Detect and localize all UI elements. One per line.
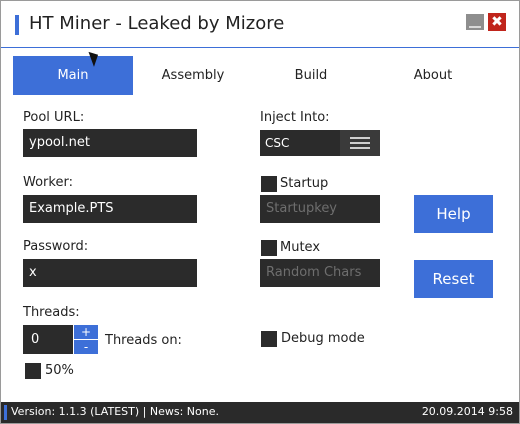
mutex-checkbox[interactable] [261,240,277,256]
worker-input[interactable]: Example.PTS [23,195,197,223]
startup-key-input[interactable]: Startupkey [260,195,380,223]
mutex-label: Mutex [280,240,321,255]
startup-checkbox[interactable] [261,176,277,192]
title-accent-bar [15,15,19,35]
reset-button[interactable]: Reset [414,260,493,298]
inject-into-value: CSC [265,136,290,150]
threads-stepper-value[interactable]: 0 [23,325,73,354]
status-timestamp: 20.09.2014 9:58 [421,405,513,418]
menu-icon[interactable] [340,130,380,156]
threads-on-label: Threads on: [105,333,182,348]
help-button[interactable]: Help [414,195,493,233]
tab-build[interactable]: Build [251,56,371,95]
startup-label: Startup [280,176,329,191]
miner-window: HT Miner - Leaked by Mizore ✖ Main Assem… [0,0,520,424]
status-accent-bar [4,405,7,420]
password-label: Password: [23,239,89,254]
status-bar: Version: 1.1.3 (LATEST) | News: None. 20… [1,402,519,423]
threads-increment-button[interactable]: + [74,325,98,339]
pool-url-label: Pool URL: [23,110,85,125]
tab-assembly[interactable]: Assembly [133,56,253,95]
inject-into-label: Inject Into: [260,110,330,125]
title-divider [1,47,519,48]
minimize-button[interactable] [466,14,484,30]
window-title: HT Miner - Leaked by Mizore [29,13,285,34]
fifty-percent-label: 50% [45,363,74,378]
mutex-input[interactable]: Random Chars [260,259,380,287]
tab-about[interactable]: About [373,56,493,95]
pool-url-input[interactable]: ypool.net [23,129,197,157]
close-button[interactable]: ✖ [488,13,506,31]
title-bar: HT Miner - Leaked by Mizore ✖ [1,1,519,47]
threads-decrement-button[interactable]: - [74,340,98,354]
password-input[interactable]: x [23,259,197,287]
debug-mode-label: Debug mode [281,331,365,346]
threads-label: Threads: [23,305,80,320]
status-version-text: Version: 1.1.3 (LATEST) | News: None. [11,405,219,418]
debug-mode-checkbox[interactable] [261,331,277,347]
fifty-percent-checkbox[interactable] [25,363,41,379]
worker-label: Worker: [23,175,73,190]
inject-into-select[interactable]: CSC [260,130,380,156]
tab-main[interactable]: Main [13,56,133,95]
